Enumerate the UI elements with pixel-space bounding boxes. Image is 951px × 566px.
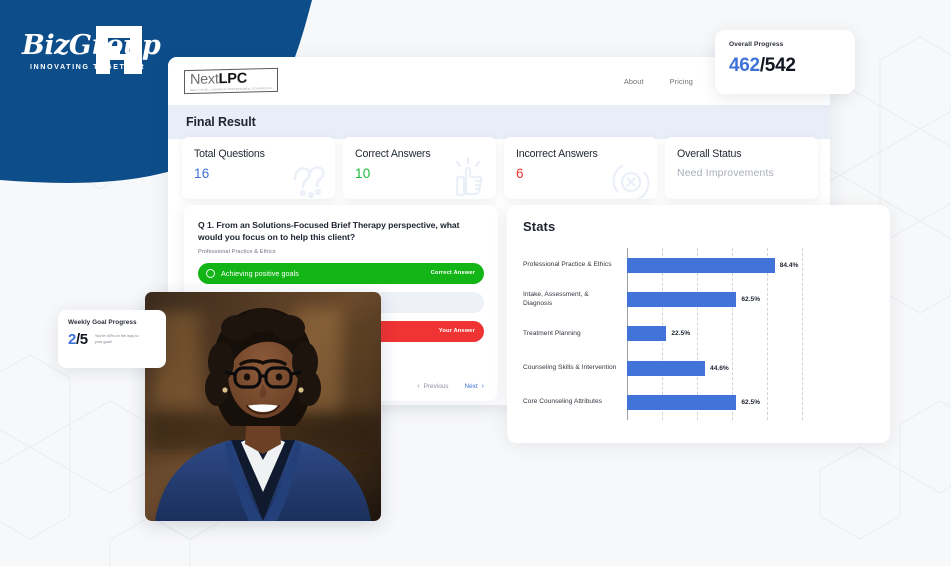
nextlpc-logo-text: NextLPC [190,71,272,88]
stats-chart-title: Stats [523,219,556,234]
final-result-title: Final Result [186,115,256,129]
chart-category-label: Intake, Assessment, & Diagnosis [523,290,589,307]
card-overall-status-value: Need Improvements [677,168,774,179]
chart-bar [627,257,775,273]
overall-progress-card: Overall Progress 462/542 [715,30,855,94]
bizgroup-logo: BizGroup INNOVATING TOGETHER [16,18,161,80]
page-background: BizGroup INNOVATING TOGETHER NextLPC NEX… [0,0,951,566]
chart-category-label: Counseling Skills & Intervention [523,363,617,371]
chart-bar [627,326,667,342]
chart-value-label: 84.4% [779,261,799,269]
next-label: Next [464,383,478,390]
answer-option-correct-left: Achieving positive goals [206,268,299,278]
card-overall-status[interactable]: Overall Status Need Improvements [665,137,818,199]
card-incorrect-answers[interactable]: Incorrect Answers 6 [504,137,657,199]
circle-x-icon [612,164,650,199]
overall-progress-value: 462/542 [729,55,841,77]
chart-bar-wrap: 84.4% [627,257,874,273]
chart-row: Professional Practice & Ethics 84.4% [523,257,874,273]
answer-option-correct[interactable]: Achieving positive goals Correct Answer [198,262,484,284]
previous-label: Previous [423,383,449,390]
chart-value-label: 62.5% [741,399,761,407]
chart-category-label: Core Counseling Attributes [523,398,602,406]
weekly-goal-current: 2 [68,331,76,348]
weekly-goal-card: Weekly Goal Progress 2/5 You're 40% on t… [58,310,166,368]
bizgroup-wordmark: BizGroup [22,30,161,61]
card-total-questions[interactable]: Total Questions 16 [182,137,335,199]
chart-row: Counseling Skills & Intervention 44.6% [523,360,874,376]
chart-bar [627,395,737,411]
chart-rows: Professional Practice & Ethics 84.4% Int… [523,248,874,420]
chart-bar-wrap: 22.5% [627,326,874,342]
previous-button[interactable]: ‹ Previous [417,383,448,390]
question-category: Professional Practice & Ethics [198,248,276,255]
final-result-band: Final Result [168,105,830,139]
chart-bar [627,360,706,376]
overall-progress-label: Overall Progress [729,41,784,48]
chart-value-label: 44.6% [710,364,729,372]
nav-item-pricing[interactable]: Pricing [670,77,693,86]
weekly-goal-label: Weekly Goal Progress [68,319,137,326]
answer-option-correct-text: Achieving positive goals [221,268,299,278]
chart-bar-wrap: 62.5% [627,292,874,308]
chart-bar [627,292,737,308]
overall-progress-current: 462 [729,55,760,76]
instructor-photo-image [145,292,381,521]
stats-chart-card: Stats Professional Practice & Ethics 84.… [507,205,890,443]
chart-value-label: 62.5% [741,296,761,304]
nextlpc-logo-box: NextLPC NEXT LEVEL LICENSED PROFESSIONAL… [184,67,278,95]
chart-bar-wrap: 62.5% [627,395,874,411]
nav-item-about[interactable]: About [624,77,644,86]
next-button[interactable]: Next › [465,383,484,390]
question-text: Q 1. From an Solutions-Focused Brief The… [198,220,460,243]
weekly-goal-note: You're 40% on the way to your goal! [94,333,139,344]
card-overall-status-label: Overall Status [677,148,742,160]
nextlpc-logo[interactable]: NextLPC NEXT LEVEL LICENSED PROFESSIONAL… [184,67,278,95]
thumbs-up-icon [455,157,483,197]
radio-icon[interactable] [206,268,215,278]
question-pagination: ‹ Previous Next › [417,383,484,390]
chevron-right-icon: › [481,383,484,390]
chart-row: Intake, Assessment, & Diagnosis 62.5% [523,290,874,308]
nextlpc-logo-lpc: LPC [218,70,248,88]
correct-answer-badge: Correct Answer [430,270,475,277]
chart-category-label: Treatment Planning [523,329,581,337]
chevron-left-icon: ‹ [417,383,420,390]
question-marks-icon [293,166,325,199]
card-correct-answers[interactable]: Correct Answers 10 [343,137,496,199]
bizgroup-tagline: INNOVATING TOGETHER [30,62,146,71]
weekly-goal-value: 2/5 [68,332,88,347]
chart-row: Treatment Planning 22.5% [523,326,874,342]
stats-bar-chart: Professional Practice & Ethics 84.4% Int… [523,248,874,430]
chart-category-label: Professional Practice & Ethics [523,260,612,268]
your-answer-badge: Your Answer [438,328,475,335]
weekly-goal-total: 5 [79,331,88,348]
chart-bar-wrap: 44.6% [627,360,874,376]
instructor-photo [145,292,381,521]
nextlpc-logo-next: Next [190,71,219,89]
chart-value-label: 22.5% [671,330,691,338]
nextlpc-logo-subtitle: NEXT LEVEL LICENSED PROFESSIONAL COUNSEL… [190,86,272,93]
overall-progress-total: 542 [764,55,796,76]
summary-cards: Total Questions 16 Correct Answers 10 In… [182,137,818,199]
chart-row: Core Counseling Attributes 62.5% [523,395,874,411]
weekly-goal-body: 2/5 You're 40% on the way to your goal! [68,332,156,347]
